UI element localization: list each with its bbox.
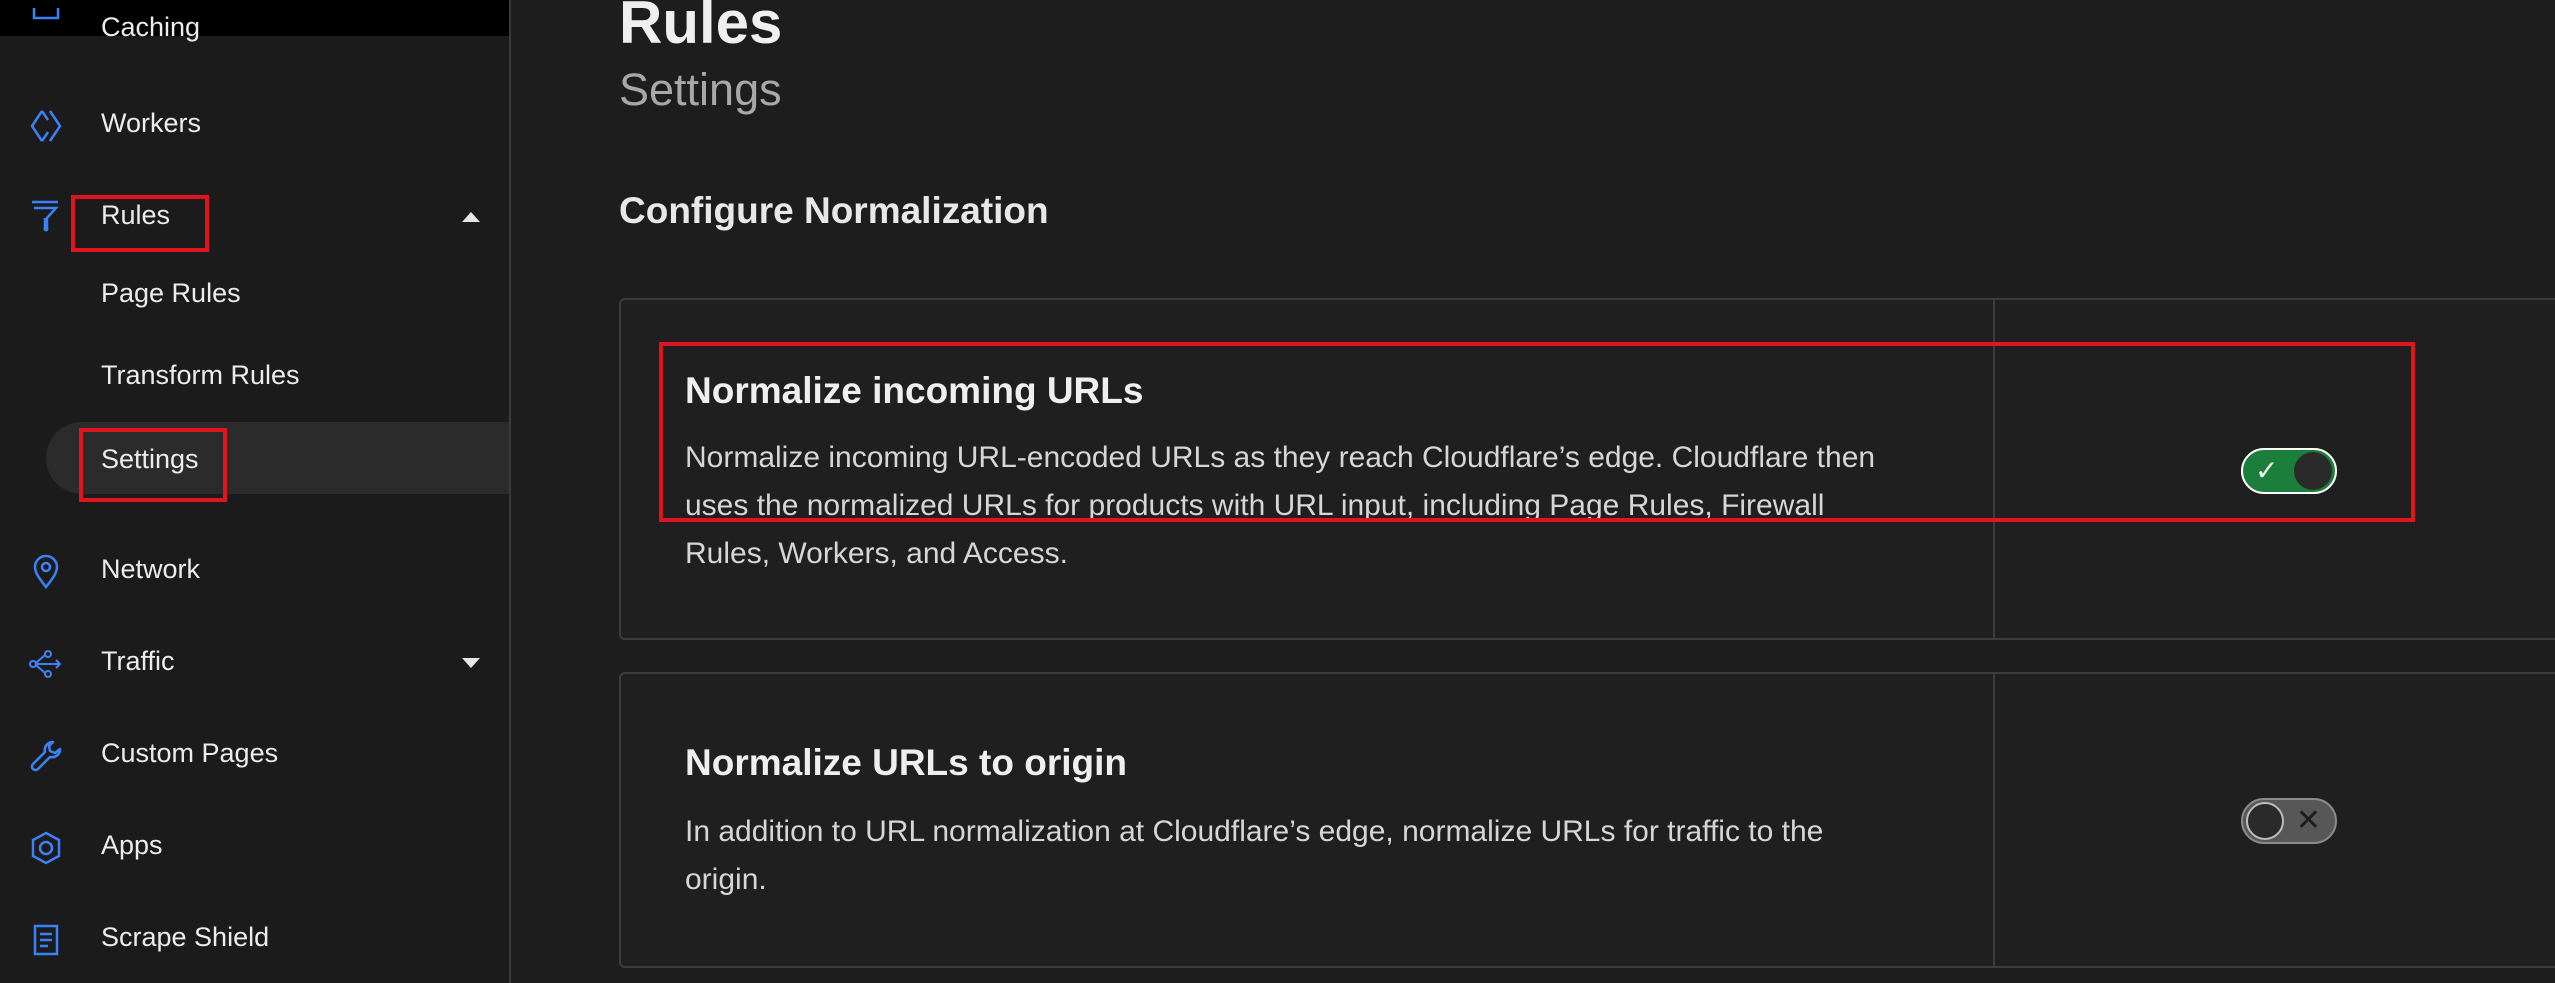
network-icon bbox=[33, 554, 59, 590]
toggle-knob bbox=[2246, 802, 2284, 840]
sidebar-item-label: Scrape Shield bbox=[101, 922, 270, 952]
sidebar-item-caching[interactable]: Caching bbox=[0, 2, 509, 62]
sidebar-subitem-page-rules[interactable]: Page Rules bbox=[0, 260, 509, 328]
workers-icon bbox=[30, 110, 62, 142]
setting-description: In addition to URL normalization at Clou… bbox=[685, 815, 1824, 896]
scrape-shield-icon bbox=[33, 924, 59, 956]
sidebar-subitem-label: Transform Rules bbox=[101, 360, 300, 390]
chevron-down-icon[interactable] bbox=[462, 658, 480, 668]
sidebar: Caching Workers Rules Page Rules Transfo… bbox=[0, 0, 511, 983]
setting-title: Normalize URLs to origin bbox=[685, 742, 1127, 783]
rules-icon bbox=[32, 200, 59, 232]
normalize-origin-toggle[interactable]: ✕ bbox=[2241, 798, 2337, 844]
wrench-icon bbox=[30, 740, 62, 772]
highlight-box-normalize-incoming bbox=[659, 342, 2415, 522]
card-divider bbox=[1993, 674, 1995, 966]
sidebar-item-apps[interactable]: Apps bbox=[0, 816, 509, 876]
sidebar-item-scrape-shield[interactable]: Scrape Shield bbox=[0, 908, 509, 968]
apps-icon bbox=[31, 831, 61, 865]
sidebar-item-network[interactable]: Network bbox=[0, 540, 509, 600]
main-content: Rules Settings Configure Normalization N… bbox=[511, 0, 2555, 983]
close-icon: ✕ bbox=[2295, 804, 2321, 837]
sidebar-subitem-settings[interactable]: Settings bbox=[0, 422, 509, 494]
section-title: Configure Normalization bbox=[619, 190, 1049, 231]
traffic-icon bbox=[29, 650, 62, 678]
sidebar-item-label: Traffic bbox=[101, 646, 175, 676]
sidebar-item-traffic[interactable]: Traffic bbox=[0, 632, 509, 692]
sidebar-item-label: Network bbox=[101, 554, 201, 584]
sidebar-item-label: Custom Pages bbox=[101, 738, 279, 768]
sidebar-item-label: Apps bbox=[101, 830, 163, 860]
page-subtitle: Settings bbox=[619, 64, 782, 115]
setting-card-normalize-origin: Normalize URLs to origin In addition to … bbox=[619, 672, 2555, 968]
sidebar-item-label: Caching bbox=[101, 12, 201, 42]
sidebar-subitem-transform-rules[interactable]: Transform Rules bbox=[0, 342, 509, 410]
sidebar-item-workers[interactable]: Workers bbox=[0, 94, 509, 154]
highlight-box-rules bbox=[71, 195, 209, 252]
caching-icon bbox=[32, 8, 60, 20]
sidebar-subitem-label: Page Rules bbox=[101, 278, 241, 308]
sidebar-item-custom-pages[interactable]: Custom Pages bbox=[0, 724, 509, 784]
highlight-box-settings bbox=[79, 428, 227, 502]
page-title: Rules bbox=[619, 0, 783, 56]
chevron-up-icon[interactable] bbox=[462, 212, 480, 222]
sidebar-item-label: Workers bbox=[101, 108, 202, 138]
